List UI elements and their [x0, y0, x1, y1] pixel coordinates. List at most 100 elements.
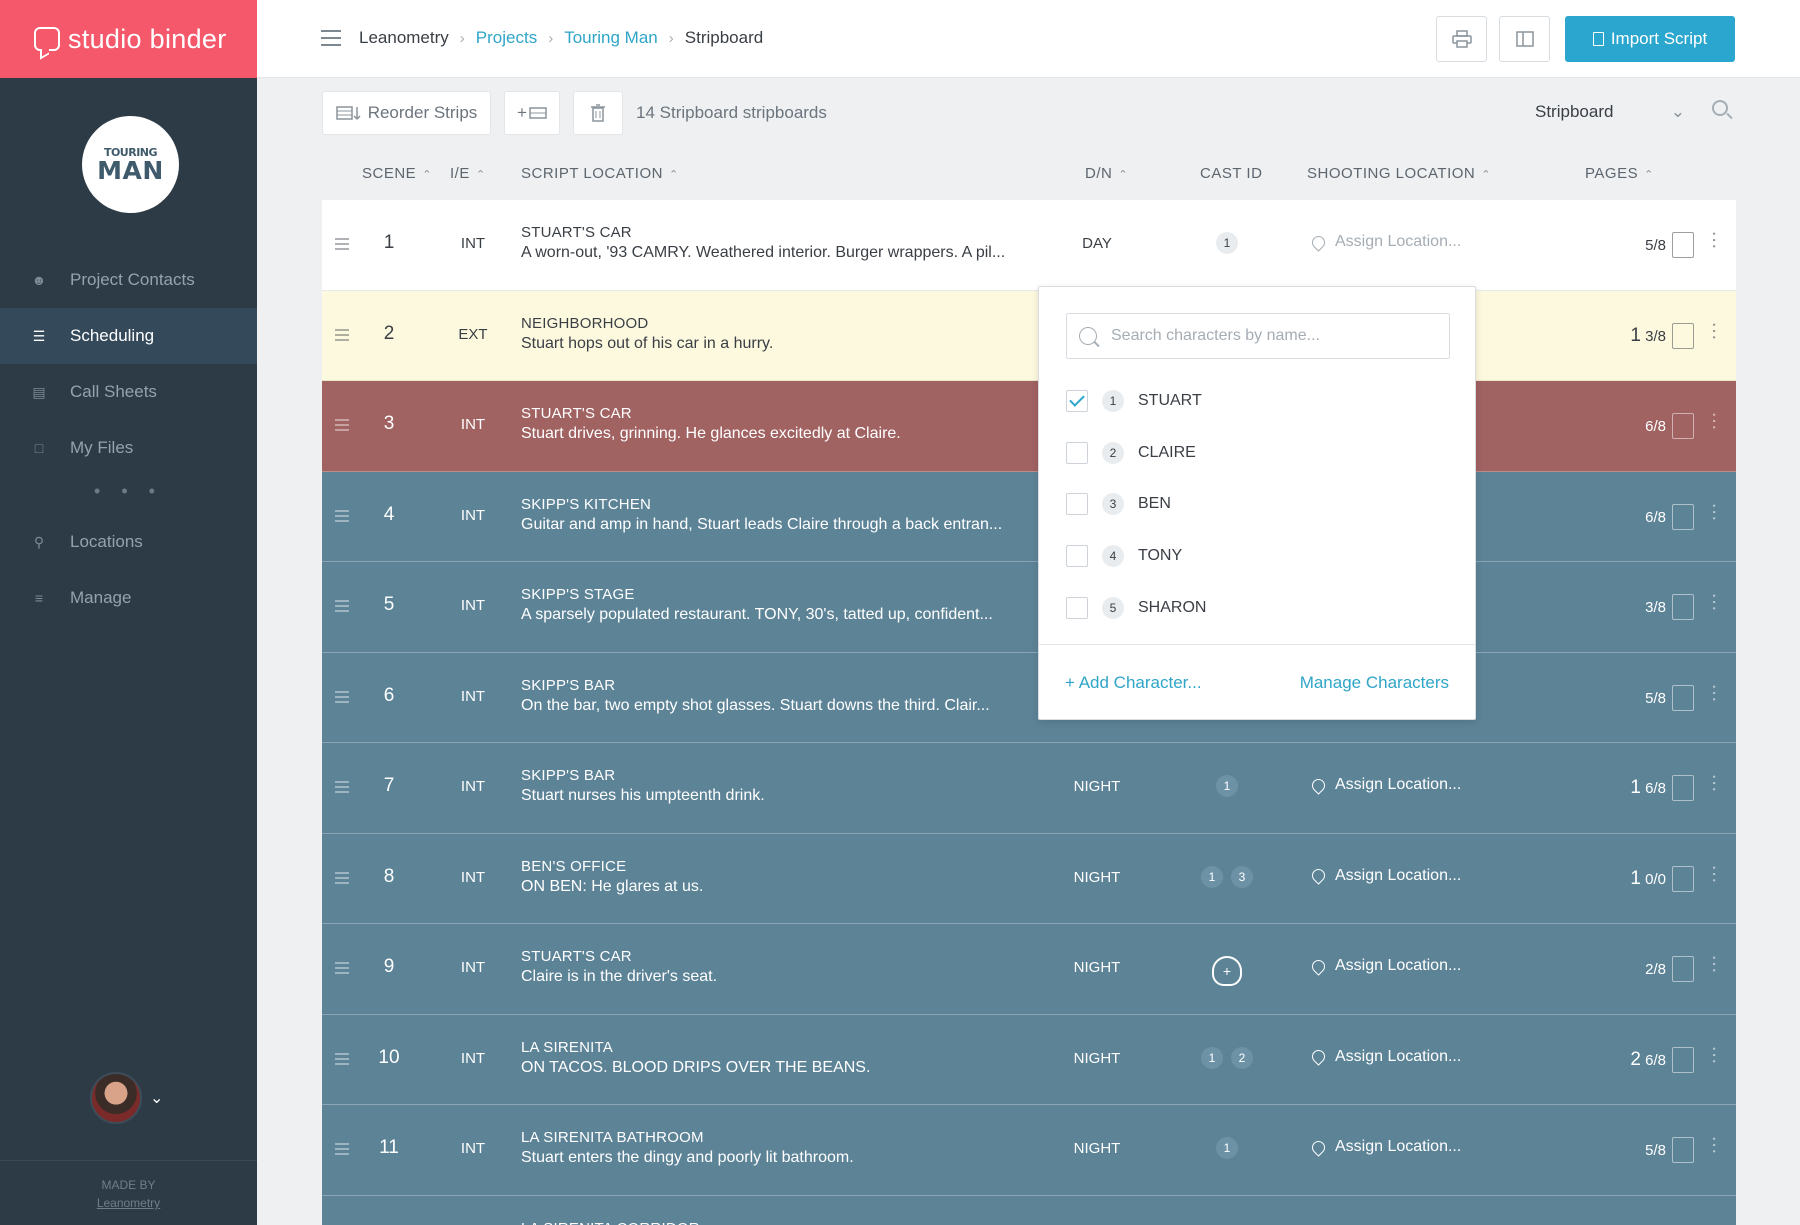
sidebar-item-project-contacts[interactable]: ☻ Project Contacts — [0, 252, 257, 308]
drag-handle-icon[interactable] — [335, 690, 349, 703]
more-options-icon[interactable]: … — [1708, 864, 1730, 881]
more-options-icon[interactable]: … — [1708, 954, 1730, 971]
cast-id-chip[interactable]: 1 — [1201, 1046, 1223, 1069]
drag-handle-icon[interactable] — [335, 1052, 349, 1065]
more-options-icon[interactable]: … — [1708, 592, 1730, 609]
character-option[interactable]: 3 BEN — [1066, 478, 1450, 530]
manage-characters-link[interactable]: Manage Characters — [1300, 673, 1449, 693]
sidebar-item-my-files[interactable]: □ My Files — [0, 420, 257, 476]
col-shooting-location[interactable]: SHOOTING LOCATION ⌃ — [1307, 165, 1491, 182]
strip-details-icon[interactable] — [1672, 322, 1694, 349]
chevron-down-icon[interactable]: ⌄ — [150, 1088, 163, 1108]
checkbox[interactable] — [1066, 441, 1088, 464]
strip-details-icon[interactable] — [1672, 1137, 1694, 1163]
strip-details-icon[interactable] — [1672, 865, 1694, 892]
checkbox[interactable] — [1066, 389, 1088, 412]
cast-id-chip[interactable]: 2 — [1231, 1046, 1253, 1069]
checkbox[interactable] — [1066, 493, 1088, 516]
breadcrumb-project[interactable]: Touring Man — [564, 28, 658, 48]
strip-row[interactable]: LA SIRENITA CORRIDOR+ — [322, 1195, 1736, 1225]
strip-row[interactable]: 11 INT LA SIRENITA BATHROOM Stuart enters t… — [322, 1105, 1736, 1196]
assign-location[interactable]: Assign Location... — [1309, 956, 1461, 976]
col-pages[interactable]: PAGES ⌃ — [1585, 165, 1654, 182]
breadcrumb-projects[interactable]: Projects — [476, 28, 537, 48]
more-options-icon[interactable]: … — [1708, 230, 1730, 247]
more-options-icon[interactable]: … — [1708, 1135, 1730, 1152]
import-script-button[interactable]: Import Script — [1565, 16, 1735, 62]
add-character-link[interactable]: + Add Character... — [1065, 673, 1202, 693]
drag-handle-icon[interactable] — [335, 962, 349, 974]
strip-row[interactable]: 2 EXT NEIGHBORHOOD Stuart hops out of his c… — [322, 290, 1736, 381]
made-by-link[interactable]: Leanometry — [0, 1194, 257, 1212]
sidebar-item-call-sheets[interactable]: ▤ Call Sheets — [0, 364, 257, 420]
project-logo[interactable]: TOURING MAN — [82, 116, 179, 213]
sidebar-item-locations[interactable]: ⚲ Locations — [0, 514, 257, 570]
assign-location[interactable]: Assign Location... — [1309, 775, 1461, 795]
cast-id-chip[interactable]: 1 — [1201, 865, 1223, 888]
drag-handle-icon[interactable] — [335, 509, 349, 522]
strip-details-icon[interactable] — [1672, 413, 1694, 439]
strip-row[interactable]: 1 INT STUART'S CAR A worn-out, '93 CAMRY. W… — [322, 200, 1736, 291]
checkbox[interactable] — [1066, 596, 1088, 619]
drag-handle-icon[interactable] — [335, 871, 349, 884]
cast-id-chip[interactable]: 3 — [1231, 865, 1253, 888]
more-options-icon[interactable]: … — [1708, 411, 1730, 428]
avatar[interactable] — [90, 1072, 142, 1124]
character-search[interactable] — [1066, 313, 1450, 359]
more-dots[interactable]: • • • — [0, 476, 257, 514]
assign-location[interactable]: Assign Location... — [1309, 866, 1461, 885]
cast-id-chip[interactable]: 1 — [1216, 775, 1238, 797]
strip-row[interactable]: 10 INT LA SIRENITA ON TACOS. BLOOD DRIPS OV… — [322, 1014, 1736, 1105]
strip-details-icon[interactable] — [1672, 956, 1694, 982]
cast-id-chip[interactable]: 1 — [1216, 232, 1238, 254]
strip-details-icon[interactable] — [1672, 775, 1694, 801]
strip-row[interactable]: 7 INT SKIPP'S BAR Stuart nurses his umpteen… — [322, 743, 1736, 834]
assign-location[interactable]: Assign Location... — [1309, 232, 1461, 252]
cast-id-chip[interactable]: 1 — [1216, 1137, 1238, 1159]
strip-row[interactable]: 8 INT BEN'S OFFICE ON BEN: He glares at us.… — [322, 833, 1736, 924]
more-options-icon[interactable]: … — [1708, 1045, 1730, 1062]
brand-logo[interactable]: studio binder — [0, 0, 257, 78]
strip-details-icon[interactable] — [1672, 232, 1694, 258]
drag-handle-icon[interactable] — [335, 419, 349, 431]
more-options-icon[interactable]: … — [1708, 773, 1730, 790]
sidebar-item-manage[interactable]: ≡ Manage — [0, 570, 257, 626]
strip-details-icon[interactable] — [1672, 594, 1694, 620]
menu-icon[interactable] — [321, 30, 341, 46]
panel-toggle-button[interactable] — [1499, 16, 1550, 62]
view-select[interactable]: Stripboard ⌄ — [1535, 102, 1685, 122]
strip-row[interactable]: 5 INT SKIPP'S STAGE A sparsely populated re… — [322, 562, 1736, 653]
strip-details-icon[interactable] — [1672, 503, 1694, 530]
user-menu[interactable]: ⌄ — [90, 1072, 163, 1124]
character-search-input[interactable] — [1111, 327, 1431, 345]
add-cast-icon[interactable]: + — [1212, 956, 1242, 986]
col-script-location[interactable]: SCRIPT LOCATION ⌃ — [521, 165, 679, 182]
strip-row[interactable]: 9 INT STUART'S CAR Claire is in the driver'… — [322, 924, 1736, 1015]
drag-handle-icon[interactable] — [335, 1143, 349, 1155]
strip-details-icon[interactable] — [1672, 684, 1694, 711]
strip-details-icon[interactable] — [1672, 1046, 1694, 1073]
col-scene[interactable]: SCENE ⌃ — [362, 165, 432, 182]
assign-location[interactable]: Assign Location... — [1309, 1047, 1461, 1066]
sidebar-item-scheduling[interactable]: ☰ Scheduling — [0, 308, 257, 364]
drag-handle-icon[interactable] — [335, 238, 349, 250]
character-option[interactable]: 5 SHARON — [1066, 582, 1450, 634]
add-strip-button[interactable]: + — [504, 91, 560, 135]
character-option[interactable]: 1 STUART — [1066, 375, 1450, 427]
more-options-icon[interactable]: … — [1708, 683, 1730, 700]
strip-row[interactable]: 4 INT SKIPP'S KITCHEN Guitar and amp in han… — [322, 471, 1736, 562]
strip-row[interactable]: 6 INT SKIPP'S BAR On the bar, two empty sho… — [322, 652, 1736, 743]
col-dn[interactable]: D/N ⌃ — [1085, 165, 1128, 182]
search-icon[interactable] — [1712, 100, 1728, 116]
strip-row[interactable]: 3 INT STUART'S CAR Stuart drives, grinning.… — [322, 381, 1736, 472]
drag-handle-icon[interactable] — [335, 328, 349, 341]
drag-handle-icon[interactable] — [335, 600, 349, 612]
print-button[interactable] — [1436, 16, 1487, 62]
more-options-icon[interactable]: … — [1708, 502, 1730, 519]
col-ie[interactable]: I/E ⌃ — [450, 165, 486, 182]
character-option[interactable]: 4 TONY — [1066, 530, 1450, 582]
reorder-strips-button[interactable]: Reorder Strips — [322, 91, 491, 135]
character-option[interactable]: 2 CLAIRE — [1066, 427, 1450, 479]
checkbox[interactable] — [1066, 544, 1088, 567]
assign-location[interactable]: Assign Location... — [1309, 1137, 1461, 1157]
